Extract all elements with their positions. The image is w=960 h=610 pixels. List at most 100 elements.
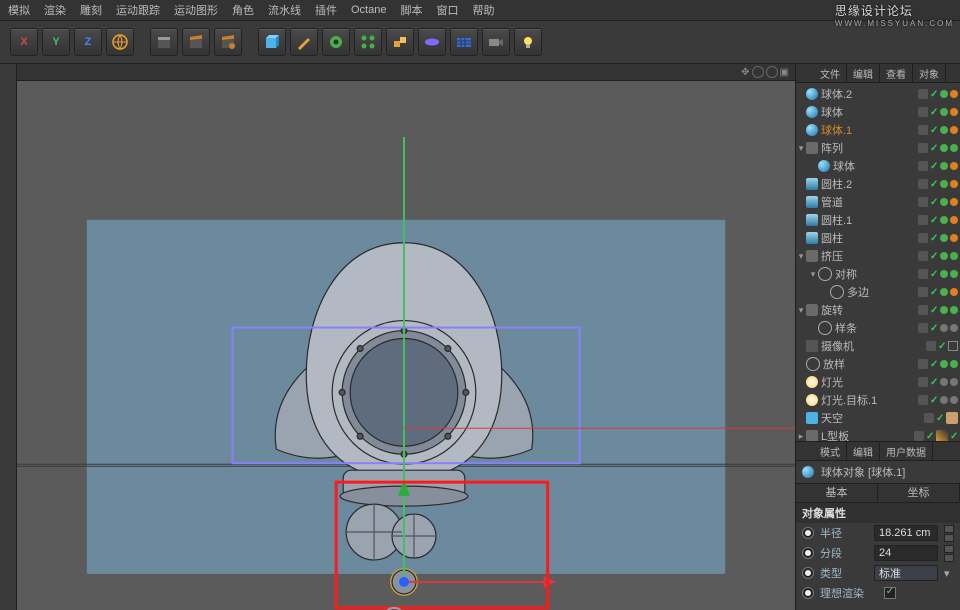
tree-row[interactable]: 球体.1✓ xyxy=(796,121,960,139)
tab-userdata[interactable]: 用户数据 xyxy=(880,442,933,460)
clapboard3-button[interactable] xyxy=(214,28,242,56)
menu-item[interactable]: 窗口 xyxy=(436,2,458,18)
pen-button[interactable] xyxy=(290,28,318,56)
menu-item[interactable]: 流水线 xyxy=(268,2,301,18)
cube-button[interactable] xyxy=(258,28,286,56)
subtab-coord[interactable]: 坐标 xyxy=(878,484,960,502)
object-tree[interactable]: 球体.2✓球体✓球体.1✓▾阵列✓球体✓圆柱.2✓管道✓圆柱.1✓圆柱✓▾挤压✓… xyxy=(796,83,960,441)
menu-item[interactable]: 运动跟踪 xyxy=(116,2,160,18)
instance-button[interactable] xyxy=(386,28,414,56)
axis-y-button[interactable]: Y xyxy=(42,28,70,56)
ideal-checkbox[interactable] xyxy=(884,587,896,599)
object-tags[interactable]: ✓ xyxy=(918,161,958,172)
expand-icon[interactable]: ▾ xyxy=(796,251,806,262)
menu-item[interactable]: 插件 xyxy=(315,2,337,18)
tab-file[interactable]: 文件 xyxy=(814,64,847,82)
tree-row[interactable]: 管道✓ xyxy=(796,193,960,211)
tree-row[interactable]: 摄像机✓ xyxy=(796,337,960,355)
tree-row[interactable]: 多边✓ xyxy=(796,283,960,301)
clapboard1-button[interactable] xyxy=(150,28,178,56)
radio-icon[interactable] xyxy=(802,567,814,579)
axis-z-button[interactable]: Z xyxy=(74,28,102,56)
menu-item[interactable]: 渲染 xyxy=(44,2,66,18)
tab-object[interactable]: 对象 xyxy=(913,64,946,82)
tree-row[interactable]: ▾阵列✓ xyxy=(796,139,960,157)
tree-row[interactable]: 灯光.目标.1✓ xyxy=(796,391,960,409)
tree-row[interactable]: 圆柱.1✓ xyxy=(796,211,960,229)
object-tags[interactable]: ✓ xyxy=(918,215,958,226)
object-tags[interactable]: ✓ xyxy=(918,251,958,262)
menu-item[interactable]: 角色 xyxy=(232,2,254,18)
array-button[interactable] xyxy=(354,28,382,56)
object-tags[interactable]: ✓ xyxy=(926,341,958,352)
tree-row[interactable]: 圆柱✓ xyxy=(796,229,960,247)
object-tags[interactable]: ✓ xyxy=(918,395,958,406)
expand-icon[interactable]: ▸ xyxy=(796,431,806,442)
expand-icon[interactable]: ▾ xyxy=(808,269,818,280)
object-tags[interactable]: ✓ xyxy=(918,233,958,244)
tree-row[interactable]: 圆柱.2✓ xyxy=(796,175,960,193)
tree-row[interactable]: 样条✓ xyxy=(796,319,960,337)
segments-field[interactable]: 24 xyxy=(874,545,938,561)
object-tags[interactable]: ✓ xyxy=(918,179,958,190)
tree-row[interactable]: ▾旋转✓ xyxy=(796,301,960,319)
axis-x-button[interactable]: X xyxy=(10,28,38,56)
tree-row[interactable]: 灯光✓ xyxy=(796,373,960,391)
menu-item[interactable]: 模拟 xyxy=(8,2,30,18)
radius-field[interactable]: 18.261 cm xyxy=(874,525,938,541)
tree-row[interactable]: 球体✓ xyxy=(796,157,960,175)
menu-item[interactable]: 帮助 xyxy=(472,2,494,18)
object-tags[interactable]: ✓ xyxy=(918,197,958,208)
radio-icon[interactable] xyxy=(802,587,814,599)
expand-icon[interactable]: ▾ xyxy=(796,143,806,154)
tree-row[interactable]: 天空✓ xyxy=(796,409,960,427)
spinner[interactable] xyxy=(944,525,954,542)
object-tags[interactable]: ✓ xyxy=(918,377,958,388)
spinner[interactable] xyxy=(944,545,954,562)
object-tags[interactable]: ✓ xyxy=(918,89,958,100)
camera-button[interactable] xyxy=(482,28,510,56)
object-tags[interactable]: ✓ xyxy=(918,269,958,280)
object-tags[interactable]: ✓ xyxy=(918,323,958,334)
object-icon xyxy=(806,88,818,100)
menu-item[interactable]: 脚本 xyxy=(400,2,422,18)
radio-icon[interactable] xyxy=(802,527,814,539)
object-tags[interactable]: ✓✓ xyxy=(914,430,958,441)
tab-edit[interactable]: 编辑 xyxy=(847,64,880,82)
floor-button[interactable] xyxy=(450,28,478,56)
vp-nav-icon[interactable] xyxy=(766,66,778,78)
vp-crosshair-icon[interactable]: ✥ xyxy=(741,67,749,78)
menu-item[interactable]: 雕刻 xyxy=(80,2,102,18)
tree-row[interactable]: 球体.2✓ xyxy=(796,85,960,103)
object-tags[interactable]: ✓ xyxy=(918,125,958,136)
expand-icon[interactable]: ▾ xyxy=(796,305,806,316)
object-tags[interactable]: ✓ xyxy=(918,305,958,316)
disc-button[interactable] xyxy=(418,28,446,56)
chevron-down-icon[interactable]: ▾ xyxy=(944,567,954,580)
deformer-button[interactable] xyxy=(322,28,350,56)
tree-row[interactable]: ▾挤压✓ xyxy=(796,247,960,265)
object-tags[interactable]: ✓ xyxy=(918,143,958,154)
tab-edit2[interactable]: 编辑 xyxy=(847,442,880,460)
subtab-basic[interactable]: 基本 xyxy=(796,484,878,502)
clapboard2-button[interactable] xyxy=(182,28,210,56)
menu-item[interactable]: Octane xyxy=(351,4,386,16)
vp-maximize-icon[interactable]: ▣ xyxy=(780,67,789,78)
tree-row[interactable]: 放样✓ xyxy=(796,355,960,373)
tree-row[interactable]: ▸L型板✓✓ xyxy=(796,427,960,441)
object-tags[interactable]: ✓ xyxy=(918,287,958,298)
vp-nav-icon[interactable] xyxy=(752,66,764,78)
tab-view[interactable]: 查看 xyxy=(880,64,913,82)
type-field[interactable]: 标准 xyxy=(874,565,938,581)
world-axis-button[interactable] xyxy=(106,28,134,56)
menu-item[interactable]: 运动图形 xyxy=(174,2,218,18)
radio-icon[interactable] xyxy=(802,547,814,559)
tab-mode[interactable]: 模式 xyxy=(814,442,847,460)
light-button[interactable] xyxy=(514,28,542,56)
object-tags[interactable]: ✓ xyxy=(918,107,958,118)
object-tags[interactable]: ✓ xyxy=(924,412,958,424)
viewport[interactable]: Ui·cn xyxy=(17,81,795,610)
object-tags[interactable]: ✓ xyxy=(918,359,958,370)
tree-row[interactable]: 球体✓ xyxy=(796,103,960,121)
tree-row[interactable]: ▾对称✓ xyxy=(796,265,960,283)
